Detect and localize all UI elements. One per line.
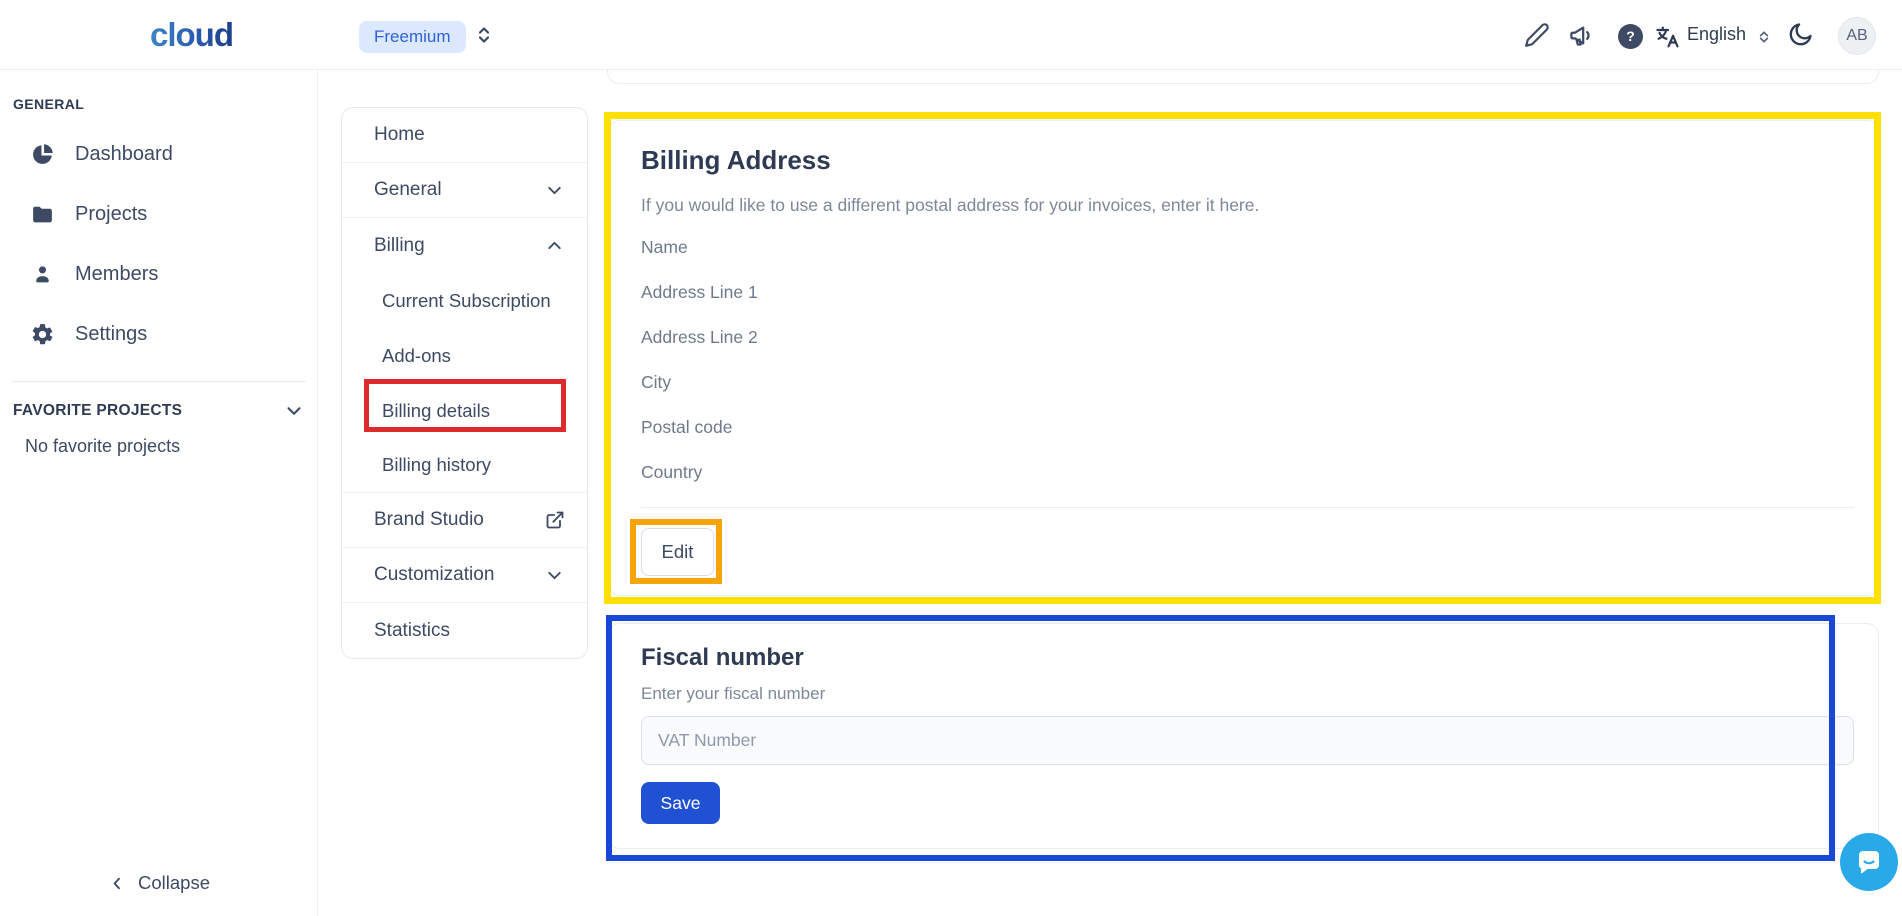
nav-item-current-subscription[interactable]: Current Subscription <box>342 273 587 328</box>
avatar[interactable]: AB <box>1838 17 1876 55</box>
chat-launcher-button[interactable] <box>1840 833 1898 891</box>
chevron-down-icon <box>283 400 305 422</box>
favorite-projects-label: FAVORITE PROJECTS <box>13 402 182 420</box>
nav-item-brand-studio[interactable]: Brand Studio <box>342 493 587 548</box>
nav-item-customization[interactable]: Customization <box>342 548 587 603</box>
external-link-icon <box>545 510 565 530</box>
megaphone-icon[interactable] <box>1568 22 1595 49</box>
app-logo[interactable]: cloud <box>150 16 233 54</box>
nav-item-billing-details[interactable]: Billing details <box>342 383 587 438</box>
field-label-country: Country <box>641 462 702 483</box>
help-icon[interactable]: ? <box>1618 24 1643 49</box>
collapse-button[interactable]: Collapse <box>107 872 210 894</box>
billing-address-card: Billing Address If you would like to use… <box>608 120 1879 596</box>
fiscal-number-description: Enter your fiscal number <box>641 684 825 704</box>
edit-button[interactable]: Edit <box>641 528 714 576</box>
settings-nav: Home General Billing Current Subscriptio… <box>341 107 588 659</box>
card-divider <box>641 507 1854 508</box>
chat-bubble-icon <box>1853 846 1885 878</box>
nav-item-label: Current Subscription <box>382 290 551 312</box>
nav-item-label: Billing <box>374 235 425 257</box>
sidebar-item-settings[interactable]: Settings <box>0 312 318 356</box>
nav-item-label: Billing history <box>382 454 491 476</box>
favorite-projects-header[interactable]: FAVORITE PROJECTS <box>13 400 305 422</box>
sidebar-item-label: Members <box>75 263 158 286</box>
fiscal-number-card: Fiscal number Enter your fiscal number S… <box>608 623 1879 849</box>
sidebar-item-label: Settings <box>75 323 147 346</box>
language-label[interactable]: English <box>1687 24 1746 45</box>
person-icon <box>30 262 55 287</box>
nav-item-label: Statistics <box>374 620 450 642</box>
app-window: cloud Freemium ? English <box>0 0 1902 916</box>
field-label-name: Name <box>641 237 688 258</box>
chevron-up-icon <box>544 235 565 256</box>
billing-address-title: Billing Address <box>641 145 831 176</box>
sidebar-item-dashboard[interactable]: Dashboard <box>0 132 318 176</box>
collapse-label: Collapse <box>138 872 210 894</box>
nav-item-home[interactable]: Home <box>342 108 587 163</box>
plan-select-icon[interactable] <box>472 23 496 47</box>
chevron-left-icon <box>107 874 126 893</box>
gear-icon <box>30 322 55 347</box>
sidebar-item-projects[interactable]: Projects <box>0 192 318 236</box>
nav-item-label: Customization <box>374 564 494 586</box>
nav-item-billing[interactable]: Billing <box>342 218 587 273</box>
top-header: cloud Freemium ? English <box>0 0 1902 70</box>
translate-icon[interactable] <box>1654 23 1682 51</box>
sidebar-item-members[interactable]: Members <box>0 252 318 296</box>
pie-chart-icon <box>30 142 55 167</box>
sidebar: GENERAL Dashboard Projects <box>0 70 318 916</box>
sidebar-section-label: GENERAL <box>13 96 84 112</box>
sidebar-item-label: Dashboard <box>75 143 173 166</box>
nav-item-billing-history[interactable]: Billing history <box>342 438 587 493</box>
nav-item-label: Home <box>374 124 425 146</box>
nav-item-label: Brand Studio <box>374 509 484 531</box>
language-chevron-icon[interactable] <box>1756 29 1772 45</box>
moon-icon[interactable] <box>1786 21 1814 49</box>
billing-address-description: If you would like to use a different pos… <box>641 195 1259 216</box>
vat-number-input[interactable] <box>641 716 1854 765</box>
chevron-down-icon <box>544 180 565 201</box>
sidebar-item-label: Projects <box>75 203 147 226</box>
sidebar-divider <box>12 381 306 382</box>
field-label-city: City <box>641 372 671 393</box>
folder-icon <box>30 202 55 227</box>
field-label-address-line-1: Address Line 1 <box>641 282 758 303</box>
fiscal-number-title: Fiscal number <box>641 644 804 672</box>
nav-item-label: General <box>374 179 442 201</box>
field-label-address-line-2: Address Line 2 <box>641 327 758 348</box>
plan-badge[interactable]: Freemium <box>359 21 466 53</box>
nav-item-add-ons[interactable]: Add-ons <box>342 328 587 383</box>
nav-item-label: Add-ons <box>382 345 451 367</box>
nav-item-statistics[interactable]: Statistics <box>342 603 587 658</box>
nav-item-general[interactable]: General <box>342 163 587 218</box>
chevron-down-icon <box>544 565 565 586</box>
field-label-postal-code: Postal code <box>641 417 732 438</box>
save-button[interactable]: Save <box>641 782 720 824</box>
favorites-empty-text: No favorite projects <box>25 436 180 457</box>
pencil-icon[interactable] <box>1524 22 1550 48</box>
nav-item-label: Billing details <box>382 400 490 422</box>
